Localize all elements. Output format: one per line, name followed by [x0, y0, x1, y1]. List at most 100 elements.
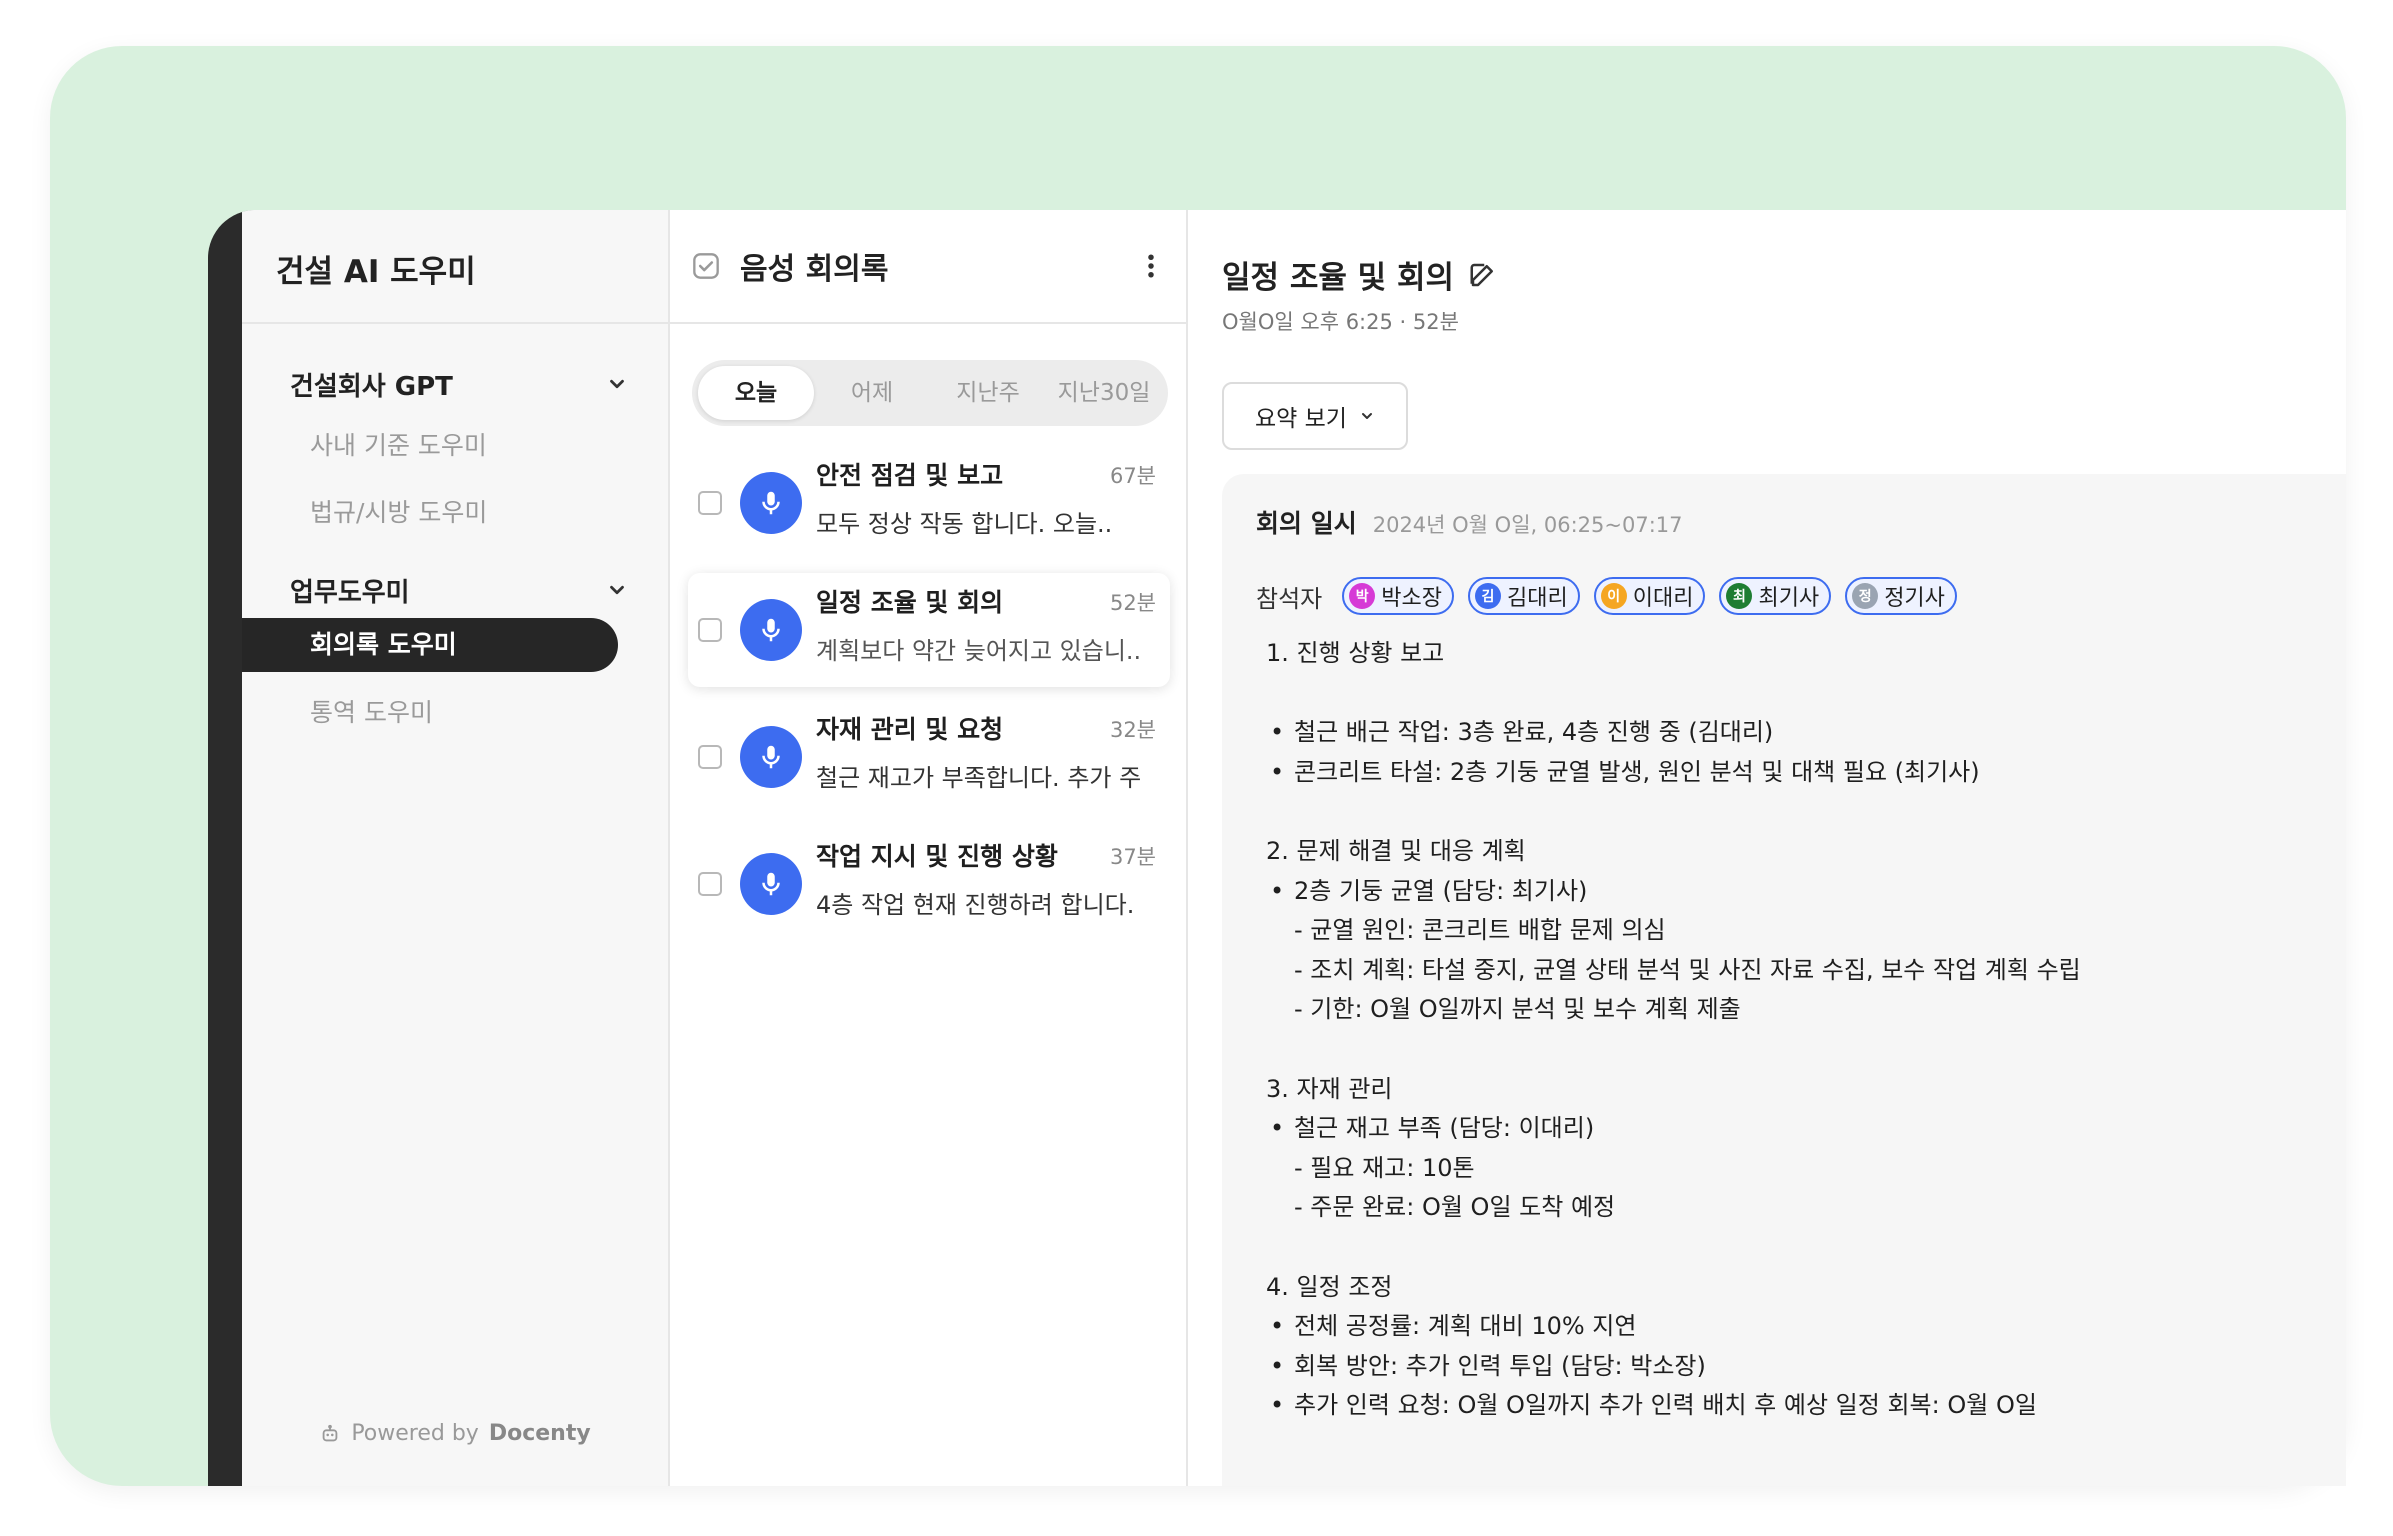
page-title: 일정 조율 및 회의 [1222, 260, 1455, 296]
notes-line: - 필요 재고: 10톤 [1294, 1153, 1475, 1182]
list-item-selected[interactable]: 일정 조율 및 회의 52분 계획보다 약간 늦어지고 있습니.. [688, 573, 1170, 687]
item-checkbox[interactable] [698, 872, 722, 896]
list-item[interactable]: 자재 관리 및 요청 32분 철근 재고가 부족합니다. 추가 주 [688, 700, 1170, 814]
meeting-date-label: 회의 일시 [1256, 509, 1357, 538]
sidebar-item-interpretation[interactable]: 통역 도우미 [242, 679, 668, 746]
app-title: 건설 AI 도우미 [242, 210, 668, 324]
chevron-down-icon [1361, 413, 1372, 419]
mic-icon [740, 472, 802, 534]
notes-heading: 2. 문제 해결 및 대응 계획 [1266, 836, 1526, 865]
group-work-assistant[interactable]: 업무도우미 [242, 568, 668, 612]
item-checkbox[interactable] [698, 745, 722, 769]
participants-row: 참석자 박 박소장 김 김대리 이 이대리 최 최기사 정 정기사 [1256, 574, 2346, 618]
participant-chip[interactable]: 이 이대리 [1593, 577, 1706, 615]
app-window: 건설 AI 도우미 건설회사 GPT 사내 기준 도우미 법규/시방 도우미 업… [208, 210, 2346, 1486]
tab-yesterday[interactable]: 어제 [814, 366, 930, 420]
notes-line: 콘크리트 타설: 2층 기둥 균열 발생, 원인 분석 및 대책 필요 (최기사… [1256, 753, 2346, 793]
item-preview: 계획보다 약간 늦어지고 있습니.. [816, 637, 1142, 665]
participant-chip[interactable]: 정 정기사 [1845, 577, 1957, 615]
powered-brand: Docenty [488, 1421, 591, 1446]
list-item[interactable]: 안전 점검 및 보고 67분 모두 정상 작동 합니다. 오늘.. [688, 446, 1170, 560]
participant-chip[interactable]: 최 최기사 [1719, 577, 1832, 615]
item-title: 자재 관리 및 요청 [816, 715, 1004, 744]
notes-heading: 3. 자재 관리 [1266, 1074, 1393, 1103]
summary-button-label: 요약 보기 [1255, 406, 1347, 432]
notes-spacer [1256, 1030, 2346, 1070]
item-checkbox[interactable] [698, 618, 722, 642]
tab-last-week[interactable]: 지난주 [930, 366, 1046, 420]
notes-heading: 1. 진행 상황 보고 [1266, 639, 1445, 667]
avatar: 최 [1726, 583, 1753, 609]
tab-today[interactable]: 오늘 [698, 366, 814, 420]
summary-view-button[interactable]: 요약 보기 [1222, 382, 1408, 450]
notes-line: - 균열 원인: 콘크리트 배합 문제 의심 [1294, 916, 1666, 945]
robot-icon [322, 1424, 338, 1441]
mic-icon [740, 599, 802, 661]
tab-last-30-days[interactable]: 지난30일 [1046, 366, 1162, 420]
meeting-detail-panel: 일정 조율 및 회의 O월O일 오후 6:25 · 52분 요약 보기 회의 일… [1188, 210, 2346, 1486]
participant-name: 박소장 [1381, 586, 1442, 611]
item-duration: 52분 [1109, 591, 1156, 615]
recording-list-panel: 음성 회의록 오늘 어제 지난주 지난30일 안전 점검 및 보고 67분 모두… [670, 210, 1188, 1486]
app-content: 건설 AI 도우미 건설회사 GPT 사내 기준 도우미 법규/시방 도우미 업… [242, 210, 2346, 1486]
list-title: 음성 회의록 [740, 252, 889, 287]
mic-icon [740, 726, 802, 788]
item-checkbox[interactable] [698, 491, 722, 515]
avatar: 김 [1474, 583, 1501, 609]
notes-heading: 4. 일정 조정 [1266, 1272, 1393, 1301]
participants-label: 참석자 [1256, 584, 1323, 613]
summary-card: 회의 일시 2024년 O월 O일, 06:25~07:17 참석자 박 박소장 김… [1222, 474, 2346, 1486]
group-title: 업무도우미 [290, 577, 410, 608]
notes-spacer [1256, 792, 2346, 832]
item-preview: 모두 정상 작동 합니다. 오늘.. [816, 510, 1113, 538]
notes-line: 2층 기둥 균열 (담당: 최기사) [1256, 872, 2346, 912]
avatar: 박 [1349, 583, 1376, 609]
mic-icon [740, 853, 802, 915]
checkbox-check-icon[interactable] [692, 252, 720, 280]
participant-chips: 박 박소장 김 김대리 이 이대리 최 최기사 정 정기사 [1342, 577, 1957, 615]
notes-spacer [1256, 674, 2346, 714]
participant-chip[interactable]: 김 김대리 [1467, 577, 1580, 615]
chevron-down-icon [610, 585, 624, 595]
participant-name: 최기사 [1758, 586, 1820, 611]
notes-line: 전체 공정률: 계획 대비 10% 지연 [1256, 1307, 2346, 1347]
notes-line: 회복 방안: 추가 인력 투입 (담당: 박소장) [1256, 1347, 2346, 1387]
group-title: 건설회사 GPT [290, 371, 453, 402]
notes-spacer [1256, 1228, 2346, 1268]
avatar: 이 [1600, 583, 1627, 609]
item-preview: 철근 재고가 부족합니다. 추가 주 [816, 764, 1142, 792]
sidebar-item-internal-standards[interactable]: 사내 기준 도우미 [242, 412, 668, 479]
notes-line: - 기한: O월 O일까지 분석 및 보수 계획 제출 [1294, 995, 1741, 1024]
sidebar-item-regulations[interactable]: 법규/시방 도우미 [242, 479, 668, 546]
notes-line: 추가 인력 요청: O월 O일까지 추가 인력 배치 후 예상 일정 회복: O… [1256, 1386, 2346, 1426]
avatar: 정 [1852, 583, 1879, 609]
item-duration: 37분 [1109, 845, 1156, 869]
sidebar: 건설 AI 도우미 건설회사 GPT 사내 기준 도우미 법규/시방 도우미 업… [242, 210, 670, 1486]
item-title: 작업 지시 및 진행 상황 [816, 842, 1058, 871]
group-construction-gpt[interactable]: 건설회사 GPT [242, 362, 668, 406]
date-filter-tabs: 오늘 어제 지난주 지난30일 [692, 360, 1168, 426]
detail-title-row: 일정 조율 및 회의 [1222, 252, 1498, 297]
participant-name: 이대리 [1632, 586, 1694, 611]
item-title: 일정 조율 및 회의 [816, 588, 1004, 617]
notes-line: - 조치 계획: 타설 중지, 균열 상태 분석 및 사진 자료 수집, 보수 … [1294, 955, 2081, 984]
item-title: 안전 점검 및 보고 [816, 461, 1004, 490]
chevron-down-icon [610, 379, 624, 389]
list-item[interactable]: 작업 지시 및 진행 상황 37분 4층 작업 현재 진행하려 합니다. [688, 827, 1170, 941]
item-preview: 4층 작업 현재 진행하려 합니다. [816, 891, 1135, 919]
edit-icon[interactable] [1468, 260, 1498, 290]
participant-chip[interactable]: 박 박소장 [1342, 577, 1454, 615]
meeting-date-row: 회의 일시 2024년 O월 O일, 06:25~07:17 [1256, 504, 2346, 552]
meeting-meta: O월O일 오후 6:25 · 52분 [1222, 310, 1459, 334]
powered-prefix: Powered by [351, 1421, 479, 1446]
sidebar-item-minutes[interactable]: 회의록 도우미 [242, 618, 618, 672]
notes-line: 철근 재고 부족 (담당: 이대리) [1256, 1109, 2346, 1149]
meeting-date: 2024년 O월 O일, 06:25~07:17 [1372, 513, 1683, 537]
participant-name: 김대리 [1506, 586, 1568, 611]
recording-list: 안전 점검 및 보고 67분 모두 정상 작동 합니다. 오늘.. 일정 조율 … [670, 446, 1186, 941]
notes-line: - 주문 완료: O월 O일 도착 예정 [1294, 1193, 1616, 1222]
powered-by: Powered by Docenty [242, 1421, 668, 1446]
participant-name: 정기사 [1884, 586, 1945, 611]
more-vertical-icon[interactable] [1136, 248, 1166, 284]
list-header: 음성 회의록 [670, 210, 1186, 324]
